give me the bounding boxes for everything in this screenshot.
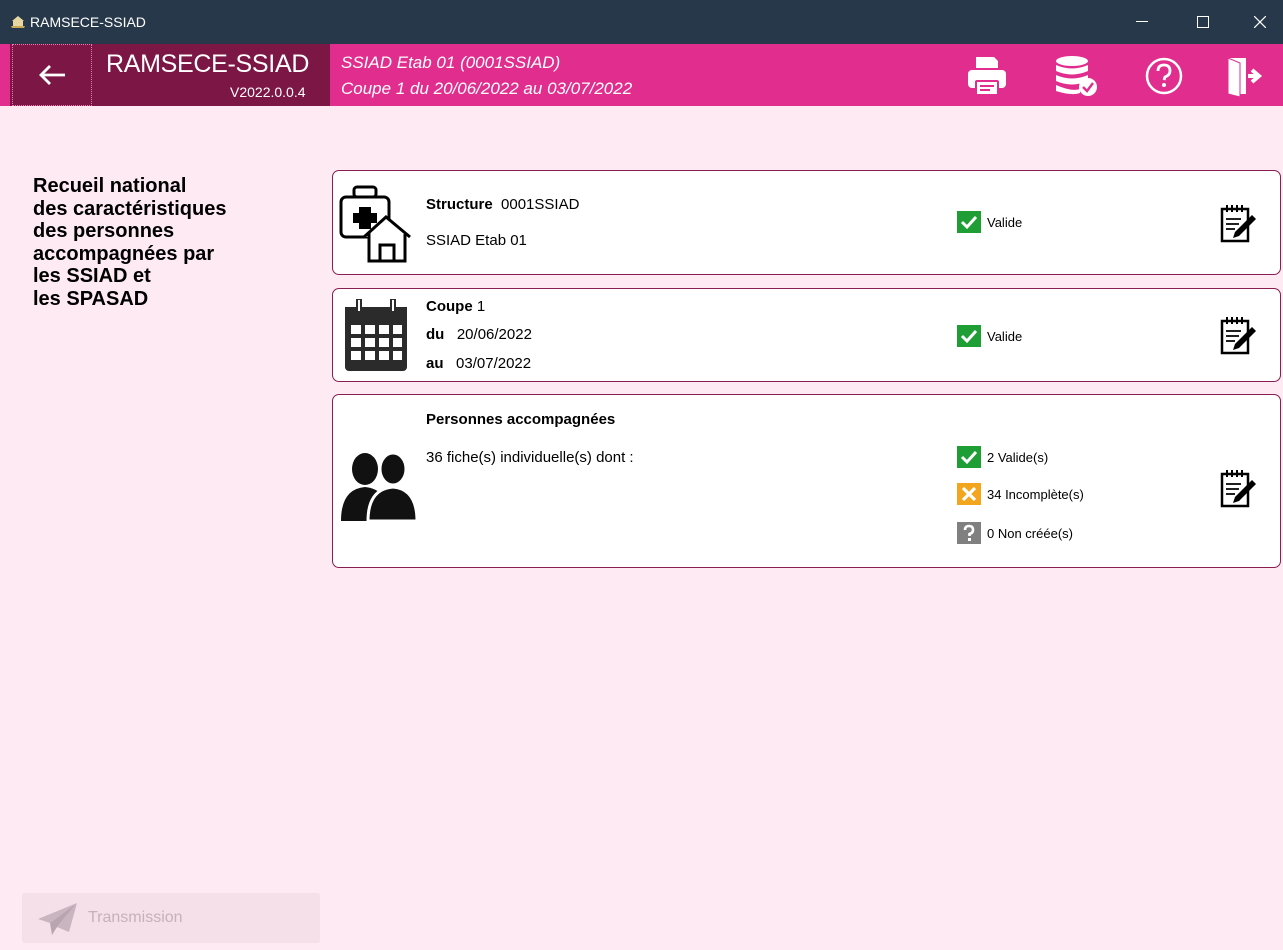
personnes-card: Personnes accompagnées 36 fiche(s) indiv… (332, 394, 1281, 568)
app-name: RAMSECE-SSIAD (106, 50, 310, 78)
exit-door-icon (1227, 57, 1263, 97)
personnes-status-valid: 2 Valide(s) (957, 446, 1048, 468)
personnes-label: Personnes accompagnées (426, 411, 615, 428)
help-button[interactable] (1140, 52, 1188, 100)
survey-title-line: accompagnées par (33, 242, 215, 265)
valid-check-icon (957, 446, 981, 468)
survey-title-line: les SSIAD et (33, 265, 151, 287)
not-created-count-text: 0 Non créée(s) (987, 525, 1073, 541)
back-arrow-icon (39, 65, 65, 85)
calendar-icon (345, 299, 407, 371)
users-icon (341, 451, 419, 523)
coupe-du-line: du 20/06/2022 (426, 326, 532, 343)
maximize-icon (1197, 16, 1209, 28)
edit-coupe-button[interactable] (1216, 313, 1260, 359)
app-icon (11, 16, 25, 28)
coupe-status-text: Valide (987, 328, 1023, 344)
close-icon (1254, 16, 1266, 28)
database-button[interactable] (1052, 52, 1100, 100)
edit-notepad-icon (1220, 317, 1256, 355)
coupe-au-line: au 03/07/2022 (426, 355, 531, 372)
au-value: 03/07/2022 (456, 355, 532, 372)
window-title: RAMSECE-SSIAD (30, 14, 146, 30)
question-mark-icon (957, 522, 981, 544)
paper-plane-icon (38, 903, 77, 935)
edit-structure-button[interactable] (1216, 201, 1260, 247)
minimize-button[interactable] (1119, 0, 1165, 44)
print-button[interactable] (963, 52, 1011, 100)
valid-check-icon (957, 325, 981, 347)
transmission-button[interactable]: Transmission (22, 893, 320, 943)
maximize-button[interactable] (1180, 0, 1226, 44)
valid-check-icon (957, 211, 981, 233)
context-coupe: Coupe 1 du 20/06/2022 au 03/07/2022 (341, 79, 633, 98)
personnes-status-incomplete: 34 Incomplète(s) (957, 483, 1084, 505)
survey-title-line: des personnes (33, 220, 175, 242)
survey-title-line: Recueil national (33, 175, 187, 197)
context-structure: SSIAD Etab 01 (0001SSIAD) (341, 53, 561, 72)
app-window: RAMSECE-SSIAD RAMSECE-SSIAD V2022.0.0.4 … (0, 0, 1283, 950)
app-version: V2022.0.0.4 (230, 84, 306, 100)
personnes-title: Personnes accompagnées (426, 411, 616, 428)
structure-name: SSIAD Etab 01 (426, 232, 527, 249)
au-label: au (426, 355, 444, 372)
coupe-label: Coupe (426, 298, 473, 315)
back-button[interactable] (12, 44, 92, 106)
title-bar: RAMSECE-SSIAD (0, 0, 1283, 44)
structure-code: 0001SSIAD (501, 196, 580, 213)
help-icon (1145, 57, 1183, 95)
incomplete-x-icon (957, 483, 981, 505)
coupe-card: Coupe 1 du 20/06/2022 au 03/07/2022 Vali… (332, 288, 1281, 382)
coupe-number: 1 (476, 298, 486, 315)
du-value: 20/06/2022 (456, 326, 532, 343)
printer-icon (968, 57, 1006, 96)
edit-notepad-icon (1220, 205, 1256, 243)
coupe-status: Valide (957, 325, 1022, 347)
medical-house-icon (339, 185, 411, 263)
structure-card: Structure 0001SSIAD SSIAD Etab 01 Valide (332, 170, 1281, 275)
valid-count-text: 2 Valide(s) (987, 449, 1049, 465)
incomplete-count-text: 34 Incomplète(s) (987, 486, 1084, 502)
coupe-line: Coupe 1 (426, 298, 485, 315)
structure-status: Valide (957, 211, 1022, 233)
edit-notepad-icon (1220, 470, 1256, 508)
du-label: du (426, 326, 445, 343)
close-button[interactable] (1237, 0, 1283, 44)
edit-personnes-button[interactable] (1216, 466, 1260, 512)
personnes-status-not-created: 0 Non créée(s) (957, 522, 1073, 544)
personnes-summary: 36 fiche(s) individuelle(s) dont : (426, 449, 634, 466)
exit-button[interactable] (1220, 52, 1268, 100)
survey-title-line: les SPASAD (33, 287, 149, 310)
structure-label: Structure (426, 196, 493, 213)
structure-status-text: Valide (987, 214, 1023, 230)
database-check-icon (1056, 56, 1097, 96)
survey-title-line: des caractéristiques (33, 197, 227, 220)
minimize-icon (1136, 21, 1148, 22)
survey-title: Recueil national des caractéristiques de… (33, 175, 303, 310)
transmission-label: Transmission (88, 909, 183, 926)
structure-line: Structure 0001SSIAD (426, 196, 579, 213)
